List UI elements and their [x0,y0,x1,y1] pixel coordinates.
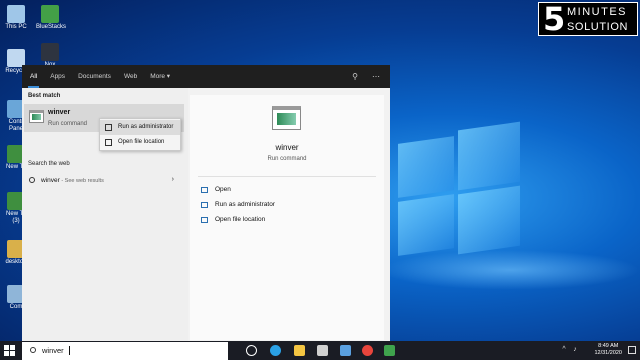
store-icon[interactable] [317,345,328,356]
best-match-name: winver [48,109,71,116]
shield-icon [201,202,208,208]
action-run-as-admin[interactable]: Run as administrator [201,199,275,211]
taskbar-search-box[interactable]: winver [22,342,228,360]
web-suffix: - See web results [59,178,104,184]
detail-pane: winver Run command Open Run as administr… [190,95,384,340]
computer-icon [7,5,25,23]
tab-documents[interactable]: Documents [78,65,111,88]
search-tab-bar: All Apps Documents Web More ▾ ⚲ ⋯ [22,65,390,88]
time-text: 8:49 AM [598,343,619,349]
notifications-icon[interactable] [628,346,636,354]
windows-logo [398,121,520,264]
camtasia-icon[interactable] [384,345,395,356]
web-header: Search the web [28,161,70,167]
winver-app-icon [29,110,44,123]
context-open-file-location[interactable]: Open file location [100,135,180,150]
brand-line2: SOLUTION [567,21,629,33]
file-explorer-icon[interactable] [294,345,305,356]
chevron-right-icon[interactable]: › [172,176,174,183]
taskbar-search-text: winver [42,346,64,355]
nox-icon [41,43,59,61]
clock[interactable]: 8:49 AM 12/31/2020 [594,343,622,357]
brand-line1: MINUTES [567,6,627,18]
more-options-icon[interactable]: ⋯ [372,72,380,81]
action-open-file-location[interactable]: Open file location [201,214,265,226]
context-menu: Run as administrator Open file location [99,118,181,151]
brand-logo: 5 MINUTES SOLUTION [538,2,638,36]
date-text: 12/31/2020 [594,350,622,356]
volume-icon[interactable]: ♪ [571,346,579,354]
bluestacks-icon [41,5,59,23]
detail-name: winver [275,143,299,152]
start-button[interactable] [4,345,15,356]
context-run-as-admin[interactable]: Run as administrator [100,120,180,135]
search-icon [29,177,35,183]
folder-icon [201,217,208,223]
desktop-icon-this-pc[interactable]: This PC [2,5,30,31]
open-icon [201,187,208,193]
brand-number: 5 [543,0,566,38]
search-icon [30,347,36,353]
best-match-header: Best match [28,93,61,99]
tab-web[interactable]: Web [124,65,137,88]
web-query: winver [41,177,60,184]
system-tray: ^ ♪ 8:49 AM 12/31/2020 [560,341,640,360]
shield-icon [105,124,112,131]
edge-icon[interactable] [270,345,281,356]
feedback-icon[interactable]: ⚲ [352,72,358,81]
web-result-row[interactable]: winver - See web results › [24,174,184,188]
tab-all[interactable]: All [27,65,40,88]
chevron-up-icon[interactable]: ^ [560,346,568,354]
cortana-icon[interactable] [246,345,257,356]
action-open[interactable]: Open [201,184,231,196]
folder-icon [105,139,112,146]
winver-large-icon [272,106,301,130]
text-caret [69,346,70,355]
best-match-type: Run command [48,121,88,127]
tab-apps[interactable]: Apps [50,65,65,88]
detail-type: Run command [267,156,307,162]
divider [198,176,376,177]
mail-icon[interactable] [340,345,351,356]
desktop-icon-bluestacks[interactable]: BlueStacks [36,5,66,31]
taskbar: winver ^ ♪ 8:49 AM 12/31/2020 [0,341,640,360]
search-panel: All Apps Documents Web More ▾ ⚲ ⋯ Best m… [22,65,390,342]
tab-more[interactable]: More ▾ [150,65,170,88]
chrome-icon[interactable] [362,345,373,356]
